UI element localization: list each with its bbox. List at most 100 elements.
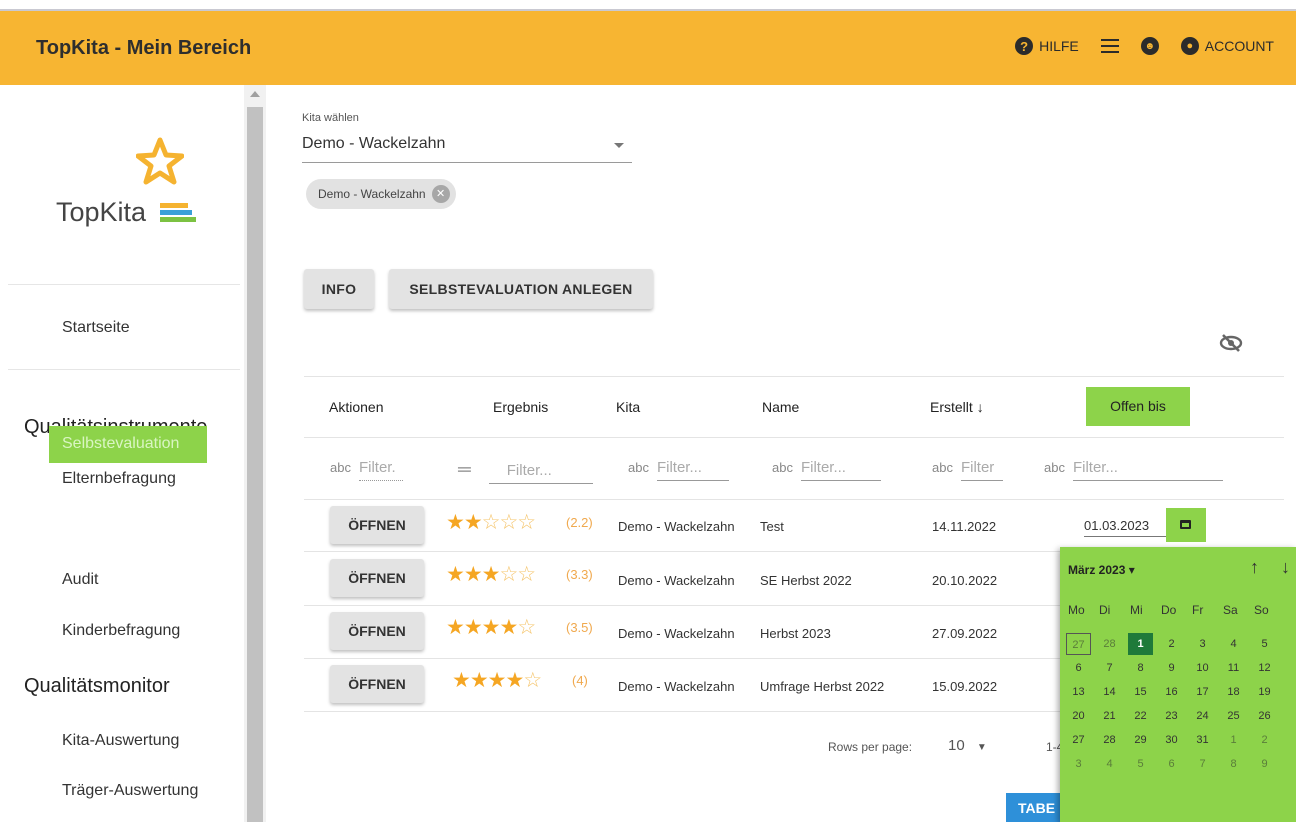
calendar-day[interactable]: 23 [1159,705,1184,727]
calendar-day[interactable]: 27 [1066,729,1091,751]
filter-input[interactable]: Filter. [358,459,403,481]
tabe-button[interactable]: TABE [1006,793,1066,822]
filter-offen-bis: abc Filter... [1044,459,1223,481]
weekday-label: Fr [1192,603,1204,617]
calendar-day[interactable]: 24 [1190,705,1215,727]
sidebar-item-kita-auswertung[interactable]: Kita-Auswertung [62,732,179,750]
filter-aktionen: abc Filter. [330,459,403,481]
help-icon: ? [1015,37,1034,55]
calendar-icon [1180,520,1191,529]
calendar-day[interactable]: 6 [1159,753,1184,775]
row-divider [304,499,1284,500]
info-button[interactable]: INFO [304,269,374,309]
calendar-day[interactable]: 9 [1252,753,1277,775]
calendar-day[interactable]: 6 [1066,657,1091,679]
rows-per-page-select[interactable]: 10 ▼ [948,737,987,754]
calendar-day[interactable]: 21 [1097,705,1122,727]
help-label: HILFE [1039,38,1079,54]
filter-input[interactable]: Filter... [800,459,881,481]
calendar-day[interactable]: 14 [1097,681,1122,703]
calendar-day[interactable]: 18 [1221,681,1246,703]
calendar-day[interactable]: 26 [1252,705,1277,727]
calendar-day[interactable]: 1 [1221,729,1246,751]
calendar-day[interactable]: 25 [1221,705,1246,727]
arrow-up-icon[interactable]: ↑ [1250,557,1259,578]
cell-name: SE Herbst 2022 [760,573,852,588]
calendar-day[interactable]: 10 [1190,657,1215,679]
arrow-down-icon[interactable]: ↓ [1281,557,1290,578]
rows-per-page-label: Rows per page: [828,740,913,754]
column-header-name[interactable]: Name [762,399,799,415]
calendar-day[interactable]: 3 [1066,753,1091,775]
scroll-up-icon[interactable] [250,91,260,97]
filter-input[interactable]: Filter... [488,462,593,484]
calendar-day[interactable]: 7 [1190,753,1215,775]
calendar-day[interactable]: 29 [1128,729,1153,751]
column-header-offen-bis[interactable]: Offen bis [1086,387,1190,426]
calendar-day[interactable]: 31 [1190,729,1215,751]
calendar-day[interactable]: 28 [1097,729,1122,751]
row-divider [304,658,1060,659]
calendar-day[interactable]: 2 [1159,633,1184,655]
account-button[interactable]: ● ACCOUNT [1180,37,1274,55]
calendar-day[interactable]: 17 [1190,681,1215,703]
cell-name: Herbst 2023 [760,626,831,641]
calendar-button[interactable] [1166,508,1206,542]
calendar-day[interactable]: 4 [1097,753,1122,775]
menu-icon[interactable] [1100,39,1119,53]
calendar-day[interactable]: 16 [1159,681,1184,703]
filter-input[interactable]: Filter... [1072,459,1223,481]
calendar-day[interactable]: 12 [1252,657,1277,679]
open-button[interactable]: ÖFFNEN [330,506,424,544]
weekday-label: Mi [1130,603,1143,617]
calendar-day[interactable]: 5 [1128,753,1153,775]
calendar-day[interactable]: 5 [1252,633,1277,655]
weekday-label: Di [1099,603,1111,617]
eye-off-icon[interactable] [1218,333,1244,353]
sidebar-item-kinderbefragung[interactable]: Kinderbefragung [62,622,180,640]
sidebar-item-elternbefragung[interactable]: Elternbefragung [62,470,176,488]
chip-remove-icon[interactable]: ✕ [431,185,450,203]
kita-select[interactable]: Demo - Wackelzahn [302,135,632,163]
calendar-day[interactable]: 28 [1097,633,1122,655]
open-button[interactable]: ÖFFNEN [330,559,424,597]
calendar-day[interactable]: 20 [1066,705,1091,727]
calendar-day[interactable]: 15 [1128,681,1153,703]
column-header-kita[interactable]: Kita [616,399,640,415]
column-header-erstellt[interactable]: Erstellt ↓ [930,399,984,415]
sidebar-item-startseite[interactable]: Startseite [62,319,130,337]
calendar-day[interactable]: 11 [1221,657,1246,679]
filter-input[interactable]: Filter... [656,459,729,481]
sidebar-heading-qualitaetsmonitor: Qualitätsmonitor [24,675,170,697]
calendar-day[interactable]: 8 [1128,657,1153,679]
column-header-ergebnis[interactable]: Ergebnis [493,399,548,415]
filter-input[interactable]: Filter [960,459,1003,481]
calendar-day[interactable]: 9 [1159,657,1184,679]
calendar-day[interactable]: 22 [1128,705,1153,727]
calendar-day[interactable]: 7 [1097,657,1122,679]
open-button[interactable]: ÖFFNEN [330,612,424,650]
calendar-day[interactable]: 30 [1159,729,1184,751]
sidebar-item-audit[interactable]: Audit [62,571,98,589]
sidebar-item-selbstevaluation[interactable]: Selbstevaluation [49,426,207,463]
calendar-day[interactable]: 8 [1221,753,1246,775]
calendar-day[interactable]: 27 [1066,633,1091,655]
calendar-day[interactable]: 19 [1252,681,1277,703]
calendar-day[interactable]: 2 [1252,729,1277,751]
create-selfevaluation-button[interactable]: SELBSTEVALUATION ANLEGEN [389,269,653,309]
calendar-day[interactable]: 3 [1190,633,1215,655]
weekday-label: So [1254,603,1269,617]
filter-kita: abc Filter... [628,459,729,481]
calendar-day[interactable]: 13 [1066,681,1091,703]
datepicker-month-select[interactable]: März 2023 ▾ [1068,563,1135,577]
weekday-label: Mo [1068,603,1085,617]
sidebar-scrollbar[interactable] [244,85,266,822]
sidebar-item-traeger-auswertung[interactable]: Träger-Auswertung [62,782,198,800]
open-button[interactable]: ÖFFNEN [330,665,424,703]
calendar-day[interactable]: 1 [1128,633,1153,655]
face-icon[interactable]: ☻ [1140,37,1159,55]
calendar-day[interactable]: 4 [1221,633,1246,655]
abc-icon: abc [932,460,953,475]
scroll-thumb[interactable] [247,107,263,822]
help-button[interactable]: ? HILFE [1015,37,1079,55]
